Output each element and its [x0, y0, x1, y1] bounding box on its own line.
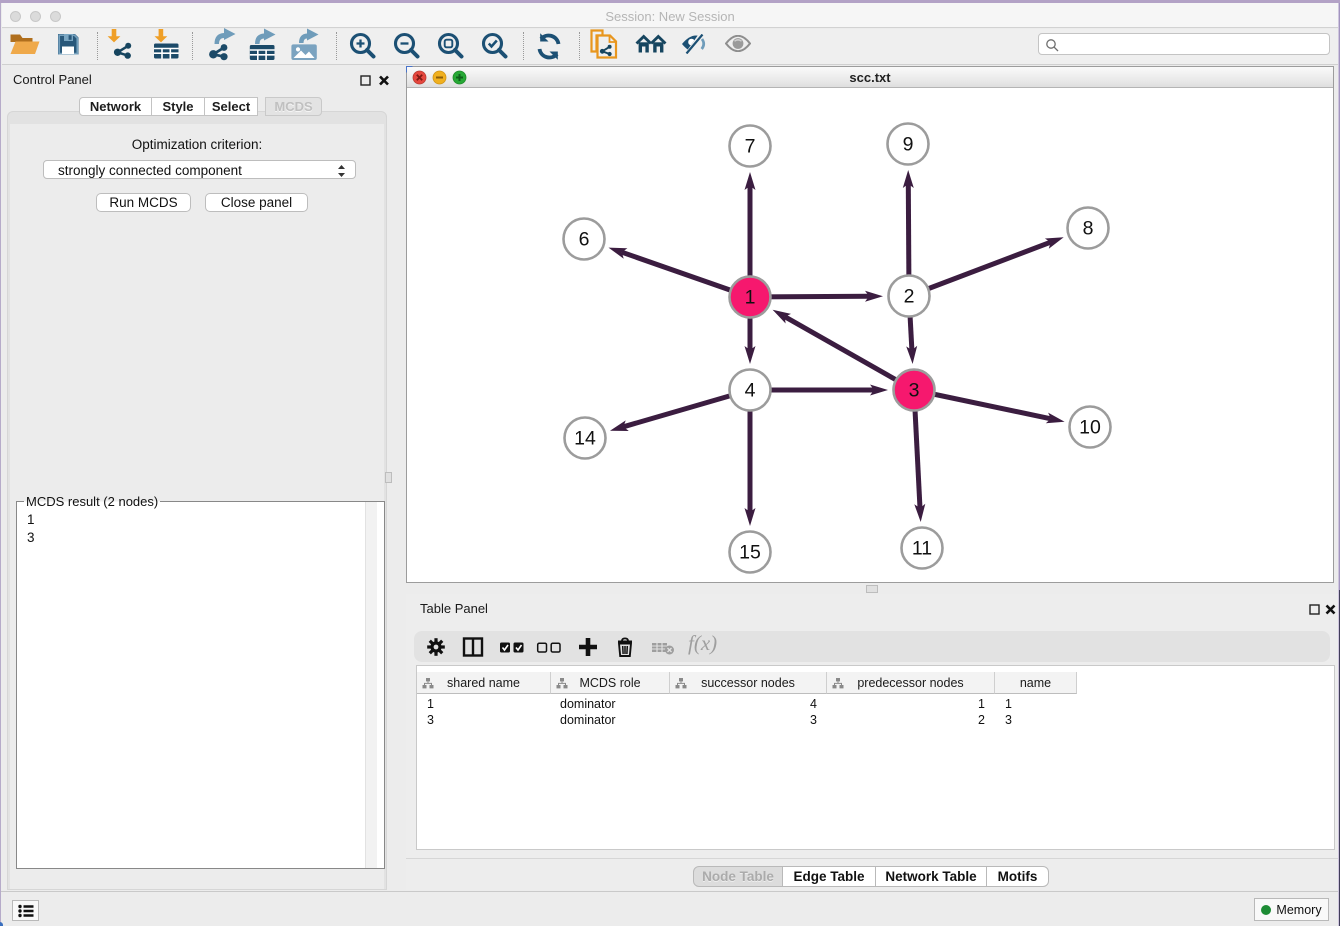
- svg-text:4: 4: [745, 380, 756, 402]
- svg-text:7: 7: [745, 136, 756, 158]
- svg-text:6: 6: [579, 229, 590, 251]
- svg-text:2: 2: [904, 286, 915, 308]
- svg-text:8: 8: [1083, 218, 1094, 240]
- svg-text:15: 15: [739, 542, 761, 564]
- svg-text:3: 3: [909, 380, 920, 402]
- svg-text:10: 10: [1079, 417, 1101, 439]
- svg-text:1: 1: [745, 287, 756, 309]
- svg-text:14: 14: [574, 428, 596, 450]
- svg-text:9: 9: [903, 134, 914, 156]
- svg-text:11: 11: [912, 538, 932, 560]
